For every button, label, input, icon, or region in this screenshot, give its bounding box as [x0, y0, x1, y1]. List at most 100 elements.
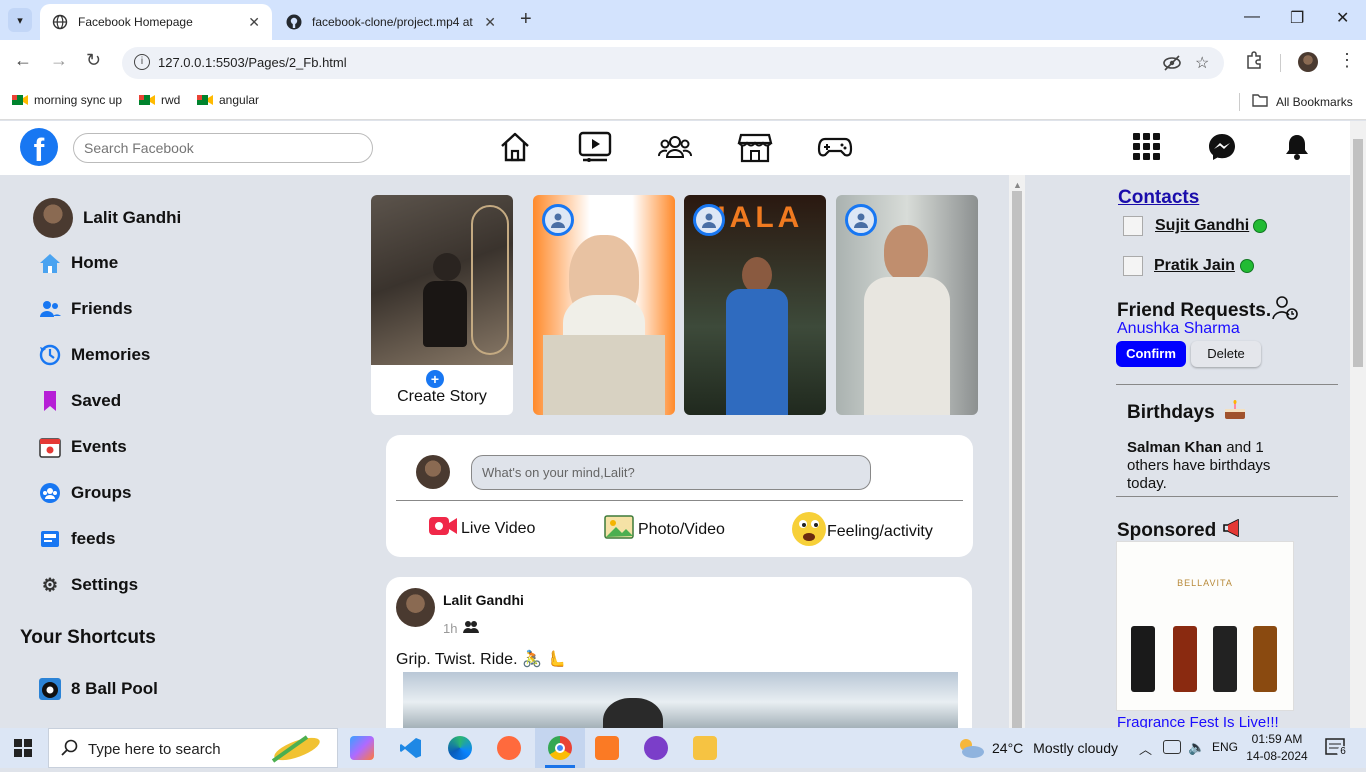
- vscode-icon[interactable]: [399, 736, 423, 760]
- create-story-card[interactable]: + Create Story: [371, 195, 513, 415]
- bookmark-rwd[interactable]: rwd: [139, 93, 180, 107]
- clock-date: 14-08-2024: [1246, 749, 1308, 763]
- feed-scrollbar[interactable]: ▲: [1009, 175, 1025, 728]
- weather-temp: 24°C: [992, 740, 1024, 756]
- volume-icon[interactable]: 🔈: [1188, 739, 1205, 756]
- weather-widget[interactable]: 24°C Mostly cloudy: [992, 740, 1118, 756]
- story-card[interactable]: HALA: [684, 195, 826, 415]
- sidebar-item-home[interactable]: Home: [38, 251, 118, 275]
- menu-kebab-icon[interactable]: ⋮: [1338, 50, 1356, 71]
- all-bookmarks[interactable]: All Bookmarks: [1252, 93, 1353, 110]
- marketplace-nav-icon[interactable]: [737, 129, 773, 165]
- composer-input[interactable]: What's on your mind,Lalit?: [471, 455, 871, 490]
- home-nav-icon[interactable]: [497, 129, 533, 165]
- close-window-icon[interactable]: ✕: [1336, 8, 1349, 28]
- all-bookmarks-label: All Bookmarks: [1276, 94, 1353, 109]
- page-scrollbar[interactable]: [1350, 121, 1366, 728]
- sponsored-image[interactable]: BELLAVITA: [1116, 541, 1294, 711]
- feeling-activity-button[interactable]: Feeling/activity: [791, 511, 933, 552]
- menu-grid-icon[interactable]: [1132, 132, 1162, 162]
- weather-cloud-icon: [957, 737, 985, 764]
- extensions-icon[interactable]: [1244, 50, 1264, 75]
- windows-start-icon[interactable]: [14, 739, 32, 762]
- github-desktop-icon[interactable]: [644, 736, 668, 760]
- post-author[interactable]: Lalit Gandhi: [443, 592, 524, 608]
- request-name[interactable]: Anushka Sharma: [1117, 320, 1240, 338]
- sidebar-item-label: Groups: [71, 483, 132, 502]
- forward-icon[interactable]: →: [50, 50, 68, 71]
- sidebar-item-events[interactable]: Events: [38, 435, 127, 459]
- new-tab-icon[interactable]: +: [520, 8, 532, 31]
- memories-icon: [38, 343, 62, 367]
- tab-github[interactable]: facebook-clone/project.mp4 at ✕: [274, 4, 508, 40]
- close-tab-icon[interactable]: ✕: [248, 14, 260, 31]
- live-video-button[interactable]: Live Video: [428, 513, 535, 544]
- bookmarks-bar: morning sync up rwd angular All Bookmark…: [0, 85, 1366, 120]
- profile-avatar[interactable]: [1298, 52, 1318, 72]
- sidebar-profile[interactable]: Lalit Gandhi: [33, 198, 181, 238]
- bookmark-morning-sync[interactable]: morning sync up: [12, 93, 122, 107]
- photo-video-button[interactable]: Photo/Video: [604, 513, 725, 546]
- folder-icon: [1252, 93, 1268, 110]
- saved-icon: [38, 389, 62, 413]
- edge-icon[interactable]: [448, 736, 472, 760]
- tab-facebook-homepage[interactable]: Facebook Homepage ✕: [40, 4, 272, 40]
- notification-center-icon[interactable]: 6: [1325, 738, 1349, 763]
- photo-video-icon: [604, 513, 636, 546]
- file-explorer-icon[interactable]: [693, 736, 717, 760]
- create-story-label: Create Story: [397, 388, 487, 405]
- clock-time: 01:59 AM: [1251, 732, 1303, 746]
- sidebar-item-friends[interactable]: Friends: [38, 297, 132, 321]
- sidebar-item-label: Memories: [71, 345, 151, 364]
- battery-icon[interactable]: [1163, 740, 1181, 754]
- story-card[interactable]: [836, 195, 978, 415]
- add-story-icon[interactable]: +: [426, 370, 444, 388]
- bookmark-star-icon[interactable]: ☆: [1195, 53, 1209, 73]
- bookmark-angular[interactable]: angular: [197, 93, 259, 107]
- clock[interactable]: 01:59 AM 14-08-2024: [1244, 731, 1310, 765]
- eye-off-icon[interactable]: [1162, 53, 1182, 78]
- site-info-icon[interactable]: i: [134, 54, 150, 70]
- brave-icon[interactable]: [497, 736, 521, 760]
- post-card: Lalit Gandhi 1h Grip. Twist. Ride. 🚴 🫷: [386, 577, 972, 737]
- cake-icon: [1223, 399, 1247, 426]
- xampp-icon[interactable]: [595, 736, 619, 760]
- sidebar-item-feeds[interactable]: feeds: [38, 527, 115, 551]
- gaming-nav-icon[interactable]: [817, 129, 853, 165]
- meet-icon: [197, 93, 213, 107]
- messenger-icon[interactable]: [1207, 132, 1237, 162]
- sidebar-item-memories[interactable]: Memories: [38, 343, 150, 367]
- tab-search-button[interactable]: ▾: [8, 8, 32, 32]
- contacts-heading[interactable]: Contacts: [1118, 187, 1199, 209]
- sidebar-item-groups[interactable]: Groups: [38, 481, 131, 505]
- close-tab-icon[interactable]: ✕: [484, 14, 496, 31]
- story-card[interactable]: [533, 195, 675, 415]
- friends-audience-icon: [463, 620, 480, 637]
- copilot-icon[interactable]: [350, 736, 374, 760]
- shortcut-8-ball-pool[interactable]: 8 Ball Pool: [38, 677, 158, 701]
- contact-item[interactable]: Sujit Gandhi: [1123, 216, 1268, 236]
- shortcuts-heading: Your Shortcuts: [20, 627, 156, 648]
- address-bar[interactable]: i 127.0.0.1:5503/Pages/2_Fb.html ☆: [122, 47, 1224, 79]
- facebook-logo-icon[interactable]: f: [20, 128, 58, 166]
- windows-taskbar: Type here to search 24°C Mostly cloudy ︿…: [0, 728, 1366, 768]
- contact-item[interactable]: Pratik Jain: [1123, 256, 1254, 276]
- sidebar-item-settings[interactable]: ⚙ Settings: [38, 573, 138, 597]
- post-time: 1h: [443, 621, 458, 636]
- watch-nav-icon[interactable]: [577, 129, 613, 165]
- restore-icon[interactable]: ❐: [1290, 8, 1304, 28]
- taskbar-search[interactable]: Type here to search: [48, 728, 338, 768]
- delete-button[interactable]: Delete: [1191, 341, 1261, 367]
- minimize-icon[interactable]: —: [1244, 8, 1260, 26]
- groups-nav-icon[interactable]: [657, 129, 693, 165]
- search-input[interactable]: [73, 133, 373, 163]
- notifications-bell-icon[interactable]: [1282, 132, 1312, 162]
- back-icon[interactable]: ←: [14, 50, 32, 71]
- chrome-taskbar-active[interactable]: [535, 728, 585, 768]
- language-indicator[interactable]: ENG: [1212, 740, 1238, 754]
- sidebar-item-saved[interactable]: Saved: [38, 389, 121, 413]
- reload-icon[interactable]: ↻: [86, 50, 101, 71]
- post-image[interactable]: [403, 672, 958, 732]
- tray-chevron-icon[interactable]: ︿: [1139, 739, 1152, 758]
- confirm-button[interactable]: Confirm: [1116, 341, 1186, 367]
